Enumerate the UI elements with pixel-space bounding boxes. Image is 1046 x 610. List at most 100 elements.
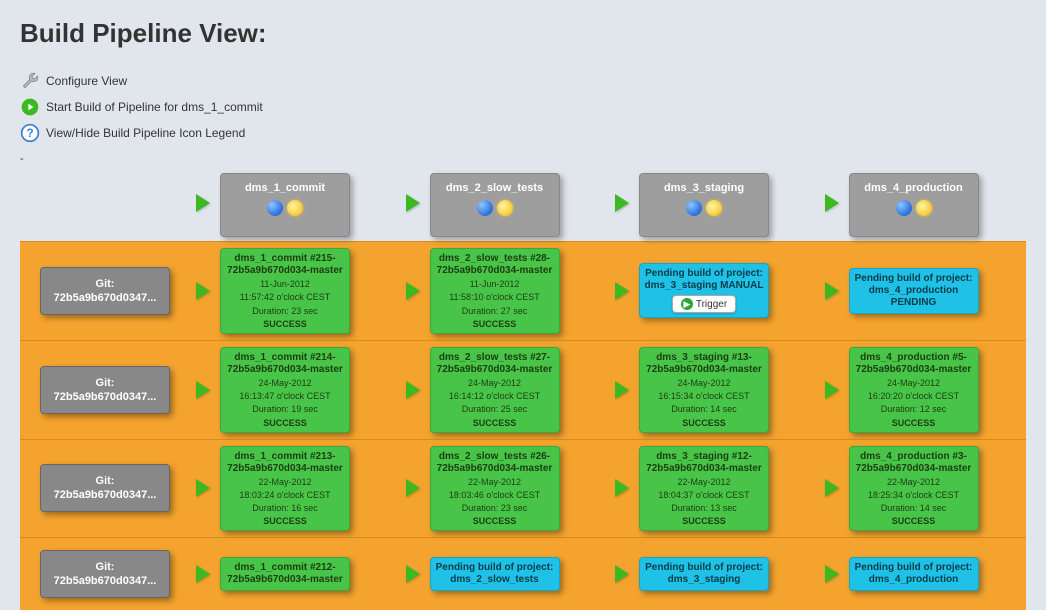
build-name: dms_4_production #5-72b5a9b670d034-maste…: [854, 352, 974, 376]
arrow-icon: [196, 194, 210, 212]
arrow-icon: [196, 565, 210, 583]
git-revision-box[interactable]: Git:72b5a9b670d0347...: [40, 366, 170, 414]
git-label: Git:: [96, 561, 115, 573]
stage-header[interactable]: dms_4_production: [849, 173, 979, 237]
build-name: dms_1_commit #213-72b5a9b670d034-master: [225, 451, 345, 475]
arrow-icon: [196, 282, 210, 300]
build-time: 16:15:34 o'clock CEST: [644, 391, 764, 402]
page-title: Build Pipeline View:: [20, 18, 1026, 49]
build-name: Pending build of project: dms_4_producti…: [854, 562, 974, 586]
build-box[interactable]: dms_3_staging #13-72b5a9b670d034-master2…: [639, 347, 769, 433]
git-sha: 72b5a9b670d0347...: [47, 292, 163, 304]
build-duration: Duration: 23 sec: [225, 306, 345, 317]
build-date: 11-Jun-2012: [225, 279, 345, 290]
build-time: 11:57:42 o'clock CEST: [225, 292, 345, 303]
build-name: dms_3_staging #12-72b5a9b670d034-master: [644, 451, 764, 475]
build-date: 22-May-2012: [644, 477, 764, 488]
svg-text:?: ?: [26, 127, 33, 140]
build-duration: Duration: 19 sec: [225, 404, 345, 415]
stage-name: dms_1_commit: [227, 182, 343, 194]
git-label: Git:: [96, 278, 115, 290]
build-name: Pending build of project: dms_4_producti…: [854, 273, 974, 309]
arrow-icon: [406, 381, 420, 399]
build-name: Pending build of project: dms_2_slow_tes…: [435, 562, 555, 586]
build-status: SUCCESS: [225, 418, 345, 428]
build-name: dms_2_slow_tests #27-72b5a9b670d034-mast…: [435, 352, 555, 376]
build-status: SUCCESS: [225, 319, 345, 329]
build-box[interactable]: dms_2_slow_tests #26-72b5a9b670d034-mast…: [430, 446, 560, 532]
arrow-icon: [615, 282, 629, 300]
arrow-icon: [406, 479, 420, 497]
build-name: dms_2_slow_tests #28-72b5a9b670d034-mast…: [435, 253, 555, 277]
build-duration: Duration: 13 sec: [644, 503, 764, 514]
build-box[interactable]: dms_1_commit #215-72b5a9b670d034-master1…: [220, 248, 350, 334]
build-name: Pending build of project: dms_3_staging …: [644, 268, 764, 292]
build-time: 16:13:47 o'clock CEST: [225, 391, 345, 402]
build-date: 22-May-2012: [435, 477, 555, 488]
build-name: dms_1_commit #212-72b5a9b670d034-master: [225, 562, 345, 586]
arrow-icon: [406, 194, 420, 212]
build-box[interactable]: Pending build of project: dms_2_slow_tes…: [430, 557, 560, 591]
trigger-play-icon: ▶: [681, 298, 693, 310]
build-box[interactable]: dms_1_commit #212-72b5a9b670d034-master: [220, 557, 350, 591]
build-name: Pending build of project: dms_3_staging: [644, 562, 764, 586]
build-box[interactable]: dms_3_staging #12-72b5a9b670d034-master 2…: [639, 446, 769, 532]
arrow-icon: [615, 194, 629, 212]
build-name: dms_3_staging #13-72b5a9b670d034-master: [644, 352, 764, 376]
build-status: SUCCESS: [435, 319, 555, 329]
arrow-icon: [825, 282, 839, 300]
git-revision-box[interactable]: Git: 72b5a9b670d0347...: [40, 550, 170, 598]
action-list: Configure View Start Build of Pipeline f…: [20, 71, 1026, 143]
arrow-icon: [825, 381, 839, 399]
build-box[interactable]: dms_1_commit #213-72b5a9b670d034-master2…: [220, 446, 350, 532]
build-box[interactable]: dms_1_commit #214-72b5a9b670d034-master2…: [220, 347, 350, 433]
configure-view-label: Configure View: [46, 74, 127, 88]
build-box[interactable]: Pending build of project: dms_3_staging …: [639, 263, 769, 318]
stage-header[interactable]: dms_2_slow_tests: [430, 173, 560, 237]
build-duration: Duration: 23 sec: [435, 503, 555, 514]
git-revision-box[interactable]: Git: 72b5a9b670d0347...: [40, 267, 170, 315]
build-box[interactable]: Pending build of project: dms_3_staging: [639, 557, 769, 591]
build-duration: Duration: 25 sec: [435, 404, 555, 415]
build-name: dms_2_slow_tests #26-72b5a9b670d034-mast…: [435, 451, 555, 475]
arrow-icon: [615, 479, 629, 497]
git-sha: 72b5a9b670d0347...: [47, 575, 163, 587]
status-orb-icon: [477, 200, 493, 216]
build-status: SUCCESS: [435, 516, 555, 526]
arrow-icon: [406, 282, 420, 300]
build-box[interactable]: dms_4_production #3-72b5a9b670d034-maste…: [849, 446, 979, 532]
pipeline-run-row: Git:72b5a9b670d0347... dms_1_commit #213-…: [20, 439, 1026, 538]
arrow-icon: [196, 381, 210, 399]
build-time: 16:20:20 o'clock CEST: [854, 391, 974, 402]
legend-toggle-link[interactable]: ? View/Hide Build Pipeline Icon Legend: [20, 123, 1026, 143]
trigger-button[interactable]: ▶Trigger: [672, 295, 736, 313]
build-status: SUCCESS: [225, 516, 345, 526]
build-box[interactable]: Pending build of project: dms_4_producti…: [849, 268, 979, 314]
configure-view-link[interactable]: Configure View: [20, 71, 1026, 91]
git-label: Git:: [96, 377, 115, 389]
arrow-icon: [615, 381, 629, 399]
status-orb-icon: [267, 200, 283, 216]
build-duration: Duration: 12 sec: [854, 404, 974, 415]
arrow-icon: [196, 479, 210, 497]
weather-icon: [287, 200, 303, 216]
stage-header[interactable]: dms_1_commit: [220, 173, 350, 237]
status-orb-icon: [896, 200, 912, 216]
build-date: 22-May-2012: [854, 477, 974, 488]
build-box[interactable]: Pending build of project: dms_4_producti…: [849, 557, 979, 591]
build-box[interactable]: dms_4_production #5-72b5a9b670d034-maste…: [849, 347, 979, 433]
build-status: SUCCESS: [644, 516, 764, 526]
build-box[interactable]: dms_2_slow_tests #28-72b5a9b670d034-mast…: [430, 248, 560, 334]
arrow-icon: [615, 565, 629, 583]
build-time: 16:14:12 o'clock CEST: [435, 391, 555, 402]
legend-toggle-label: View/Hide Build Pipeline Icon Legend: [46, 126, 245, 140]
start-build-link[interactable]: Start Build of Pipeline for dms_1_commit: [20, 97, 1026, 117]
build-time: 18:03:46 o'clock CEST: [435, 490, 555, 501]
build-date: 24-May-2012: [854, 378, 974, 389]
build-duration: Duration: 16 sec: [225, 503, 345, 514]
build-box[interactable]: dms_2_slow_tests #27-72b5a9b670d034-mast…: [430, 347, 560, 433]
build-status: SUCCESS: [435, 418, 555, 428]
arrow-icon: [825, 479, 839, 497]
stage-header[interactable]: dms_3_staging: [639, 173, 769, 237]
git-revision-box[interactable]: Git:72b5a9b670d0347...: [40, 464, 170, 512]
